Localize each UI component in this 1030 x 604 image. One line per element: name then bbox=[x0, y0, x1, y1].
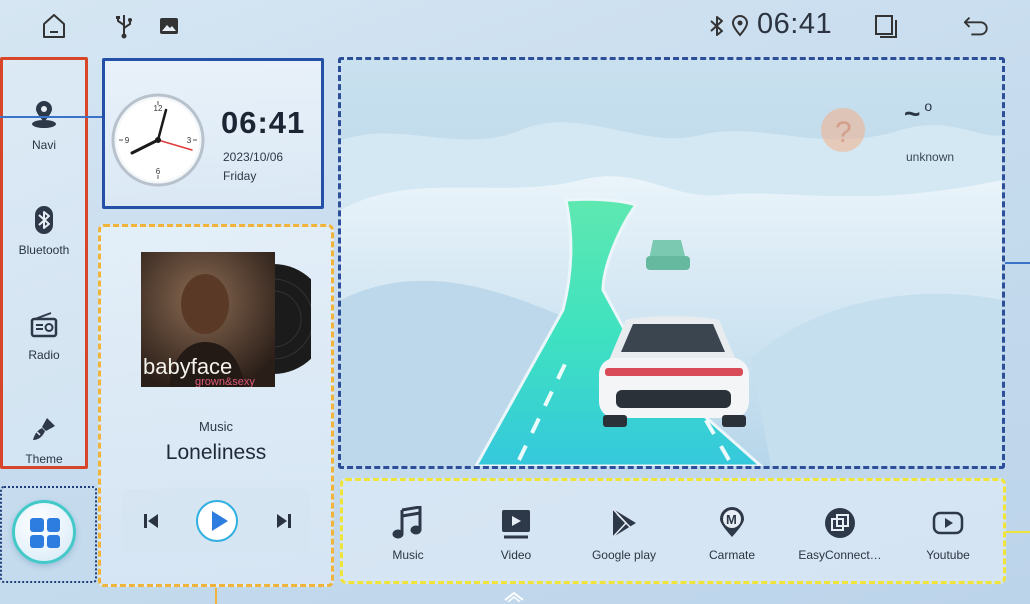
skip-next-icon bbox=[277, 514, 291, 528]
clock-date: 2023/10/06 bbox=[223, 150, 284, 164]
dock-item-label: Google play bbox=[591, 548, 657, 562]
next-track-button[interactable] bbox=[267, 489, 301, 553]
music-note-icon bbox=[392, 506, 422, 539]
dock-item-label: Carmate bbox=[708, 548, 755, 562]
home-icon[interactable] bbox=[40, 12, 68, 40]
dock-item-music[interactable]: Music bbox=[358, 506, 458, 562]
album-art[interactable]: babyface grown&sexy bbox=[141, 252, 328, 388]
play-icon bbox=[196, 500, 238, 542]
dock-item-label: Video bbox=[500, 548, 532, 562]
music-label: Music bbox=[199, 419, 233, 434]
sidebar: Navi Bluetooth Radio Theme bbox=[0, 57, 88, 469]
previous-track-button[interactable] bbox=[134, 489, 168, 553]
sidebar-item-label: Theme bbox=[25, 452, 63, 466]
sidebar-item-label: Navi bbox=[31, 138, 56, 152]
dock-item-carmate[interactable]: M Carmate bbox=[682, 506, 782, 562]
play-button[interactable] bbox=[194, 489, 240, 553]
apps-grid-icon bbox=[30, 518, 60, 548]
easyconnect-icon bbox=[825, 508, 855, 538]
dock-item-label: EasyConnect… bbox=[798, 548, 882, 562]
connector-line bbox=[215, 588, 217, 604]
weather-temperature: ~ o bbox=[904, 98, 933, 129]
dock-item-video[interactable]: Video bbox=[466, 506, 566, 562]
album-text: grown&sexy bbox=[195, 376, 255, 387]
play-store-icon bbox=[612, 508, 636, 538]
back-icon[interactable] bbox=[962, 12, 990, 40]
skip-previous-icon bbox=[144, 514, 158, 528]
bluetooth-icon bbox=[35, 206, 53, 234]
sidebar-item-bluetooth[interactable]: Bluetooth bbox=[3, 205, 85, 257]
svg-text:M: M bbox=[726, 512, 737, 527]
sidebar-item-label: Bluetooth bbox=[18, 243, 70, 257]
video-icon bbox=[502, 510, 530, 539]
svg-text:?: ? bbox=[835, 116, 852, 149]
carmate-icon: M bbox=[720, 507, 744, 537]
unknown-weather-icon: ? bbox=[821, 108, 865, 152]
dock-item-youtube[interactable]: Youtube bbox=[898, 506, 998, 562]
youtube-icon bbox=[932, 511, 964, 535]
dock-item-label: Youtube bbox=[926, 548, 970, 562]
road-scene-illustration: ? bbox=[341, 60, 1002, 466]
brush-icon bbox=[33, 418, 55, 440]
playback-controls bbox=[122, 489, 310, 553]
clock-day: Friday bbox=[223, 169, 257, 183]
sidebar-item-navi[interactable]: Navi bbox=[3, 100, 85, 152]
analog-clock-icon: 12 3 6 9 bbox=[111, 93, 205, 187]
track-title: Loneliness bbox=[165, 441, 267, 464]
navigation-icon bbox=[32, 101, 56, 128]
connector-line bbox=[1005, 262, 1030, 264]
dock-item-easyconnect[interactable]: EasyConnect… bbox=[790, 506, 890, 562]
connector-line bbox=[0, 116, 102, 118]
svg-text:3: 3 bbox=[187, 136, 192, 145]
clock-widget[interactable]: 12 3 6 9 06:41 2023/10/06 Friday bbox=[102, 58, 324, 209]
status-time: 06:41 bbox=[757, 8, 833, 40]
dock-item-google-play[interactable]: Google play bbox=[574, 506, 674, 562]
all-apps-button[interactable] bbox=[12, 500, 76, 564]
app-dock: Music Video Google play M Carmate EasyCo… bbox=[340, 478, 1006, 584]
recent-apps-icon[interactable] bbox=[872, 12, 900, 40]
dock-item-label: Music bbox=[392, 548, 424, 562]
svg-text:9: 9 bbox=[125, 136, 130, 145]
sidebar-item-label: Radio bbox=[28, 348, 60, 362]
connector-line bbox=[1006, 531, 1030, 533]
music-widget[interactable]: babyface grown&sexy Music Loneliness bbox=[98, 224, 334, 587]
weather-description: unknown bbox=[906, 150, 955, 164]
image-icon bbox=[155, 12, 183, 40]
svg-text:12: 12 bbox=[154, 104, 163, 113]
location-icon bbox=[726, 12, 754, 40]
chevron-up-icon[interactable] bbox=[503, 590, 525, 602]
sidebar-item-radio[interactable]: Radio bbox=[3, 310, 85, 362]
usb-icon bbox=[110, 12, 138, 40]
status-bar: 06:41 bbox=[0, 0, 1030, 50]
radio-icon bbox=[30, 312, 58, 338]
clock-digital-time: 06:41 bbox=[221, 105, 306, 140]
svg-text:6: 6 bbox=[156, 167, 161, 176]
sidebar-item-theme[interactable]: Theme bbox=[3, 414, 85, 466]
